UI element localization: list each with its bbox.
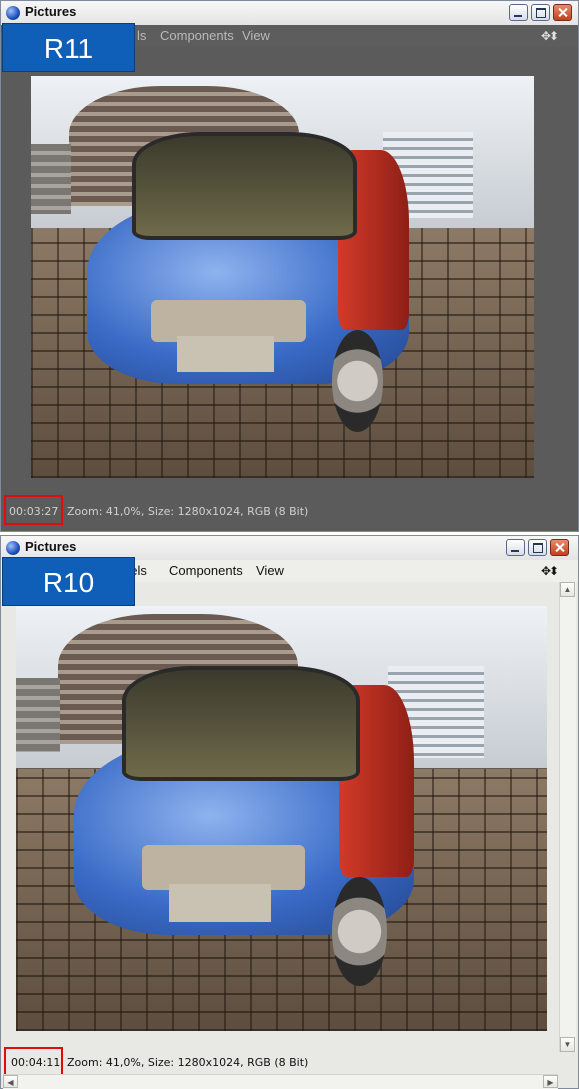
scroll-up-button[interactable]: ▲	[560, 582, 575, 597]
maximize-button[interactable]	[528, 539, 547, 556]
maximize-button[interactable]	[531, 4, 550, 21]
menu-item-components[interactable]: Components	[160, 28, 234, 43]
scroll-left-button[interactable]: ◀	[3, 1075, 18, 1088]
close-button[interactable]	[550, 539, 569, 556]
minimize-button[interactable]	[506, 539, 525, 556]
scroll-down-button[interactable]: ▼	[560, 1037, 575, 1052]
car-windshield	[121, 666, 360, 782]
render-label-r11: R11	[2, 23, 135, 72]
move-arrows-icon[interactable]: ✥⬍	[541, 29, 559, 43]
building-far-left	[31, 144, 71, 214]
menu-item-view[interactable]: View	[256, 563, 284, 578]
picture-viewer-window-r10: Pictures nels Components View ✥⬍	[0, 535, 579, 1089]
building-far-left	[16, 678, 60, 752]
car-plate	[169, 883, 272, 922]
move-arrows-icon[interactable]: ✥⬍	[541, 564, 559, 578]
vertical-scrollbar[interactable]: ▲ ▼	[559, 582, 576, 1052]
title-bar[interactable]: Pictures	[1, 1, 578, 25]
render-label-r10: R10	[2, 557, 135, 606]
window-title: Pictures	[25, 539, 77, 554]
minimize-button[interactable]	[509, 4, 528, 21]
close-button[interactable]	[553, 4, 572, 21]
image-info: Zoom: 41,0%, Size: 1280x1024, RGB (8 Bit…	[67, 1056, 309, 1069]
car-model	[87, 132, 409, 432]
app-icon	[6, 6, 20, 20]
scroll-right-button[interactable]: ▶	[543, 1075, 558, 1088]
picture-viewer-window-r11: Pictures ls Components View ✥⬍ 00:03:27 …	[0, 0, 579, 532]
menu-item-channels[interactable]: ls	[137, 28, 146, 43]
car-model	[74, 666, 414, 986]
rendered-car-image	[16, 606, 547, 1031]
horizontal-scrollbar[interactable]: ◀ ▶	[3, 1074, 558, 1089]
window-title: Pictures	[25, 4, 77, 19]
app-icon	[6, 541, 20, 555]
car-wheel-right	[331, 330, 384, 432]
car-windshield	[132, 132, 358, 240]
status-bar: 00:03:27 Zoom: 41,0%, Size: 1280x1024, R…	[1, 501, 578, 531]
menu-item-components[interactable]: Components	[169, 563, 243, 578]
image-canvas	[1, 582, 578, 1052]
menu-item-view[interactable]: View	[242, 28, 270, 43]
car-plate	[177, 336, 274, 372]
image-canvas	[1, 47, 578, 501]
rendered-car-image	[31, 76, 534, 478]
image-info: Zoom: 41,0%, Size: 1280x1024, RGB (8 Bit…	[67, 505, 309, 518]
render-time-highlight	[4, 495, 63, 525]
status-bar: 00:04:11 Zoom: 41,0%, Size: 1280x1024, R…	[1, 1052, 578, 1074]
car-wheel-right	[332, 877, 387, 986]
render-time-highlight	[4, 1047, 63, 1077]
